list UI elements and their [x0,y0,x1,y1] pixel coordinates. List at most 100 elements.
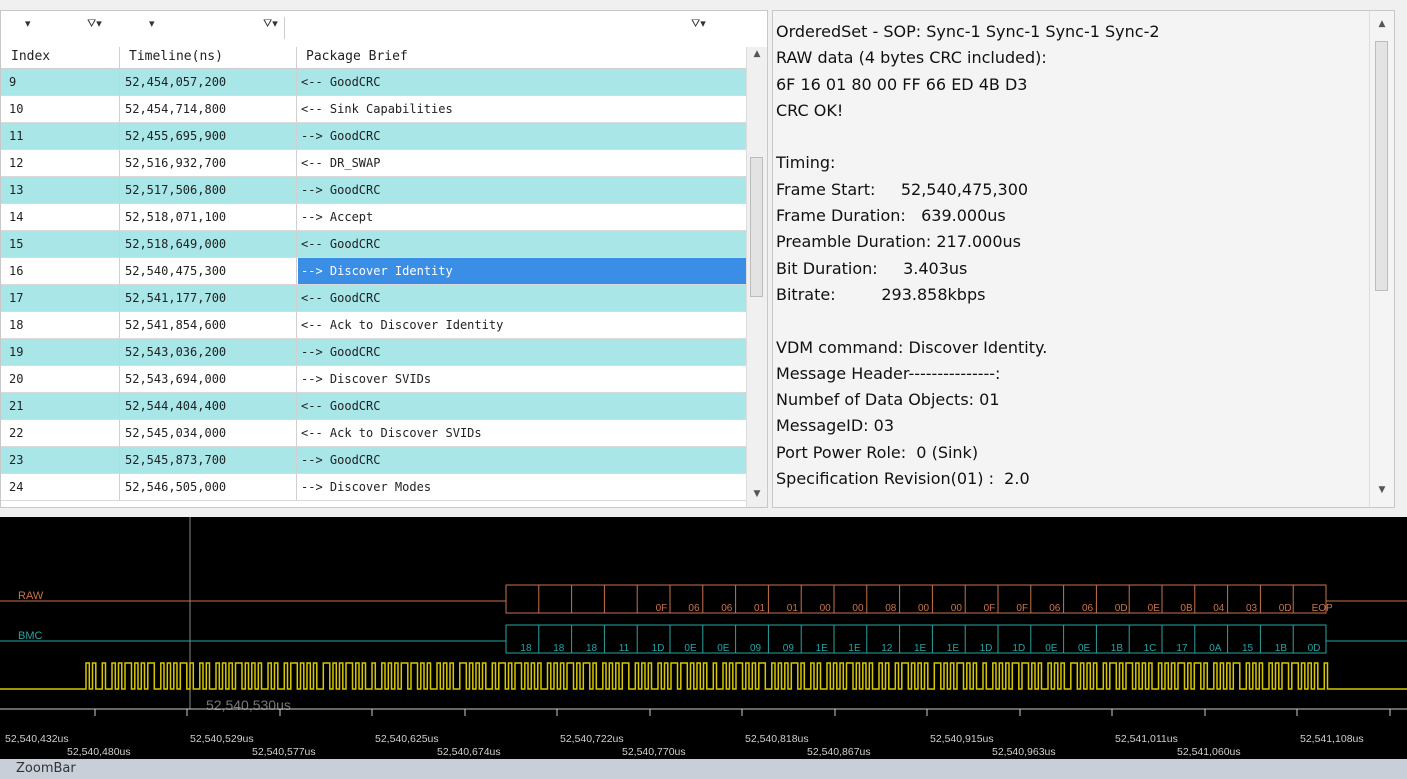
table-row[interactable]: 14 52,518,071,100 --> Accept [1,204,747,231]
time-label-lower: 52,540,963us [992,746,1056,758]
raw-byte-label: 01 [787,603,799,614]
cell-package-brief: <-- Sink Capabilities [301,102,453,116]
table-row[interactable]: 18 52,541,854,600 <-- Ack to Discover Iden… [1,312,747,339]
raw-byte-label: 06 [1082,603,1094,614]
table-row[interactable]: 12 52,516,932,700 <-- DR_SWAP [1,150,747,177]
bmc-symbol-label: 18 [553,643,565,654]
cell-timeline: 52,454,057,200 [125,75,227,89]
raw-byte-label: 00 [918,603,930,614]
scroll-down-icon[interactable]: ▼ [1372,485,1392,501]
bmc-symbol-label: 1D [652,643,665,654]
zoombar[interactable]: ZoomBar [0,759,1407,779]
bmc-symbol-label: 12 [881,643,893,654]
time-label-lower: 52,540,770us [622,746,686,758]
detail-line: Timing: [776,153,836,173]
raw-byte-label: 06 [721,603,733,614]
cell-timeline: 52,544,404,400 [125,399,227,413]
bmc-symbol-label: 1D [1012,643,1025,654]
digital-signal-trace [0,662,1407,690]
cell-package-brief: --> GoodCRC [301,129,381,143]
cell-timeline: 52,518,649,000 [125,237,227,251]
bmc-symbol-label: 1B [1111,643,1124,654]
table-row[interactable]: 10 52,454,714,800 <-- Sink Capabilities [1,96,747,123]
cell-package-brief: <-- Ack to Discover Identity [301,318,504,332]
table-row[interactable]: 21 52,544,404,400 <-- GoodCRC [1,393,747,420]
detail-line [776,124,1368,150]
cell-timeline: 52,455,695,900 [125,129,227,143]
bmc-symbol-label: 1E [947,643,960,654]
packet-list-panel: ▾ ⛛▾ ▾ ⛛▾ ⛛▾ Index Timeline(ns) Package … [0,10,768,508]
table-row[interactable]: 9 52,454,057,200 <-- GoodCRC [1,69,747,96]
table-row[interactable]: 15 52,518,649,000 <-- GoodCRC [1,231,747,258]
detail-line [776,308,1368,334]
bmc-symbol-label: 0E [1078,643,1091,654]
cell-package-brief: --> Discover SVIDs [301,372,432,386]
waveform-view[interactable]: RAW BMC 0F 06 06 01 01 00 00 08 00 00 0F 0F 06 06 0D 0E 0B… [0,517,1407,759]
scroll-thumb[interactable] [1375,41,1388,291]
cell-index: 12 [9,156,24,170]
cell-index: 22 [9,426,24,440]
detail-line: VDM command: Discover Identity. [776,337,1048,357]
bmc-symbol-label: 0A [1209,643,1222,654]
cell-package-brief: <-- Ack to Discover SVIDs [301,426,482,440]
table-row[interactable]: 20 52,543,694,000 --> Discover SVIDs [1,366,747,393]
scroll-up-icon[interactable]: ▲ [747,49,767,65]
table-row[interactable]: 23 52,545,873,700 --> GoodCRC [1,447,747,474]
cursor-time-label: 52,540,530us [206,697,291,713]
detail-line: Numbef of Data Objects: 01 [776,390,1000,410]
cell-timeline: 52,543,694,000 [125,372,227,386]
detail-line: Preamble Duration: 217.000us [776,232,1021,252]
raw-byte-label: 0F [656,603,668,614]
cell-timeline: 52,546,505,000 [125,480,227,494]
packet-details-text: OrderedSet - SOP: Sync-1 Sync-1 Sync-1 S… [776,19,1368,492]
detail-line: Message Header---------------: [776,363,1001,383]
table-scrollbar[interactable]: ▲ ▼ [746,47,767,507]
bmc-symbol-label: 1E [914,643,927,654]
table-row[interactable]: 19 52,543,036,200 --> GoodCRC [1,339,747,366]
table-row[interactable]: 13 52,517,506,800 --> GoodCRC [1,177,747,204]
raw-byte-label: 00 [820,603,832,614]
raw-byte-label: 00 [951,603,963,614]
cell-package-brief: --> Accept [301,210,374,224]
time-label-upper: 52,540,818us [745,733,809,745]
detail-line: CRC OK! [776,100,844,120]
table-row[interactable]: 24 52,546,505,000 --> Discover Modes [1,474,747,501]
bmc-symbol-label: 1C [1144,643,1157,654]
scroll-down-icon[interactable]: ▼ [747,489,767,505]
table-row[interactable]: 17 52,541,177,700 <-- GoodCRC [1,285,747,312]
raw-byte-label: 0B [1180,603,1193,614]
scroll-up-icon[interactable]: ▲ [1372,19,1392,35]
cell-index: 13 [9,183,24,197]
scroll-thumb[interactable] [750,157,763,297]
cell-timeline: 52,541,177,700 [125,291,227,305]
bmc-symbol-label: 18 [586,643,598,654]
time-label-upper: 52,540,915us [930,733,994,745]
filter-icon-timeline[interactable]: ⛛▾ [263,17,278,39]
bmc-symbol-label: 11 [619,643,630,654]
header-index[interactable]: Index [11,49,50,64]
time-label-upper: 52,541,011us [1115,733,1178,745]
cell-package-brief: --> Discover Modes [301,480,432,494]
table-row[interactable]: 16 52,540,475,300 --> Discover Identity [1,258,747,285]
table-row[interactable]: 11 52,455,695,900 --> GoodCRC [1,123,747,150]
header-timeline[interactable]: Timeline(ns) [129,49,223,64]
filter-icon-brief[interactable]: ⛛▾ [691,17,706,39]
detail-line: Bit Duration: 3.403us [776,258,968,278]
time-label-upper: 52,541,108us [1300,733,1364,745]
cell-index: 20 [9,372,24,386]
cell-timeline: 52,545,034,000 [125,426,227,440]
detail-line: OrderedSet - SOP: Sync-1 Sync-1 Sync-1 S… [776,22,1160,41]
raw-byte-label: 04 [1213,603,1225,614]
raw-byte-label: 08 [885,603,897,614]
waveform-canvas[interactable]: RAW BMC 0F 06 06 01 01 00 00 08 00 00 0F 0F 06 06 0D 0E 0B… [0,517,1407,759]
time-label-lower: 52,540,674us [437,746,501,758]
raw-byte-label: 01 [754,603,766,614]
filter-dropdown-timeline[interactable]: ▾ [149,17,155,39]
cell-timeline: 52,545,873,700 [125,453,227,467]
details-scrollbar[interactable]: ▲ ▼ [1369,11,1394,507]
table-row[interactable]: 22 52,545,034,000 <-- Ack to Discover SVID… [1,420,747,447]
bmc-symbol-label: 1D [980,643,993,654]
header-package-brief[interactable]: Package Brief [306,49,408,64]
filter-dropdown-index[interactable]: ▾ [25,17,31,39]
filter-icon-index[interactable]: ⛛▾ [87,17,102,39]
